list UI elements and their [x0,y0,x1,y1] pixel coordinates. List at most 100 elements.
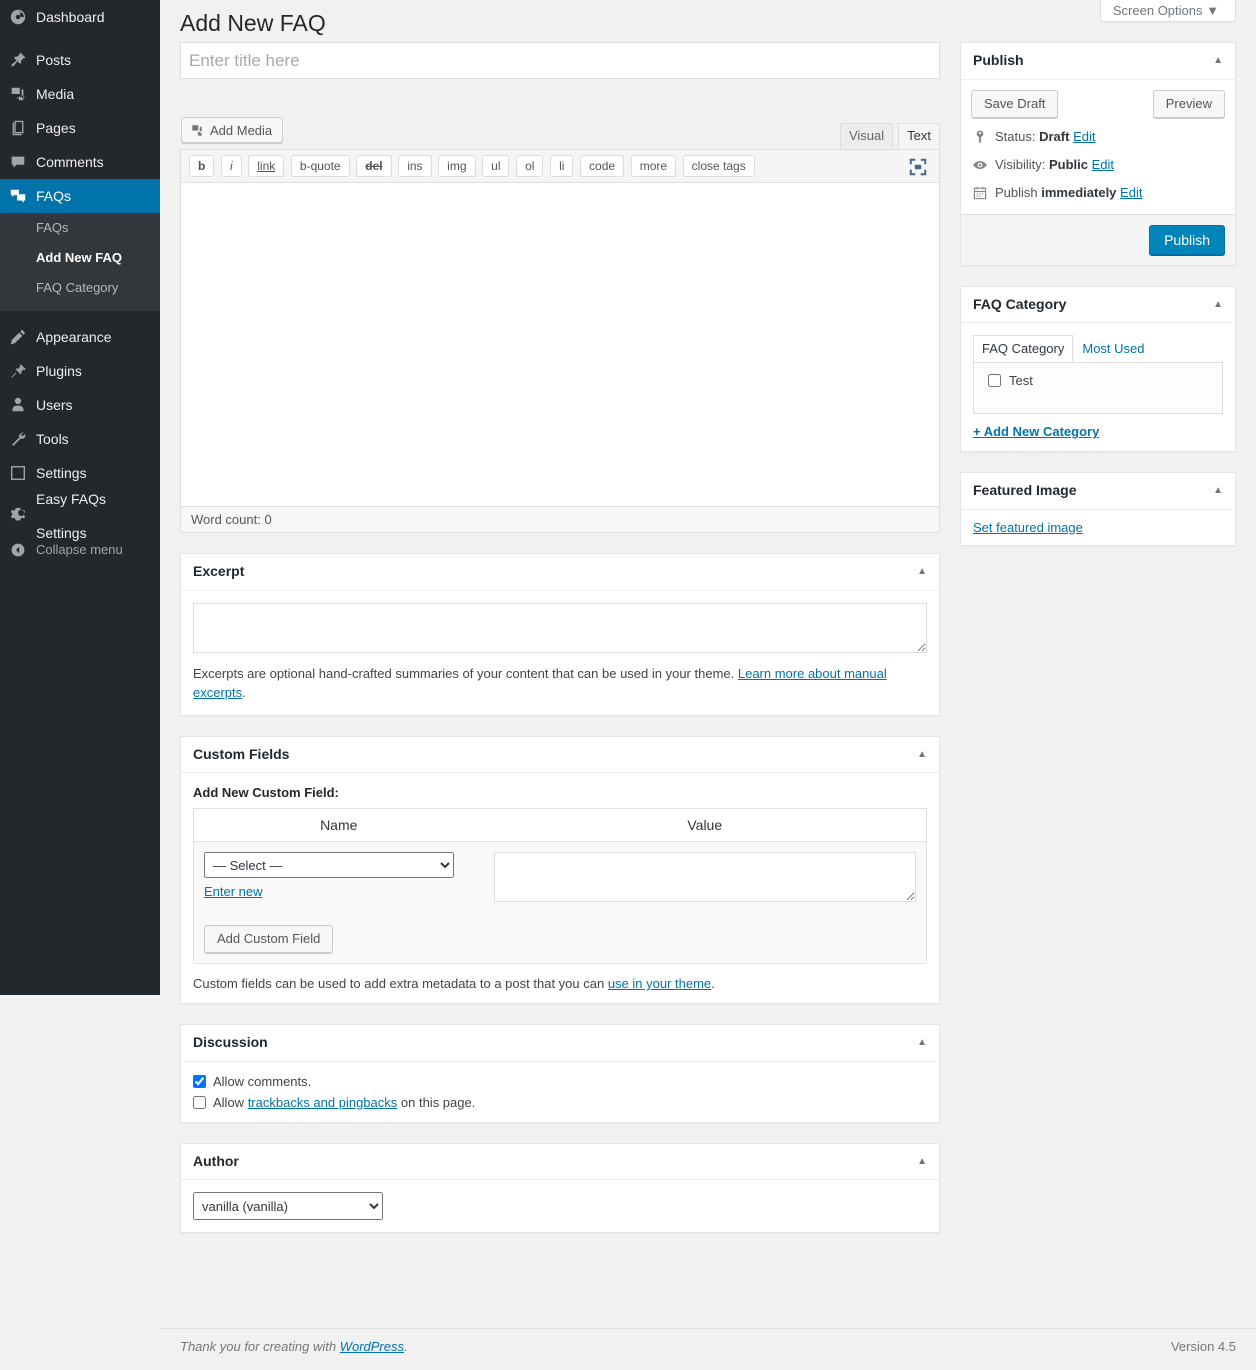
excerpt-textarea[interactable] [193,602,927,653]
toggle-arrow-icon[interactable]: ▲ [917,566,927,577]
collapse-menu-button[interactable]: Collapse menu [0,533,160,567]
sidebar-item-posts[interactable]: Posts [0,43,160,77]
sidebar-item-media[interactable]: Media [0,77,160,111]
sidebar-item-tools[interactable]: Tools [0,422,160,456]
sidebar-item-label: Pages [36,120,76,136]
quicktag-ins[interactable]: ins [398,155,432,177]
category-item-test[interactable]: Test [982,373,1214,388]
side-sortables: Publish ▲ Save Draft Preview Status: Dra… [960,42,1236,546]
quicktag-del[interactable]: del [356,155,392,177]
sidebar-item-easy-faqs-settings[interactable]: Easy FAQs Settings [0,491,160,541]
save-draft-button[interactable]: Save Draft [971,89,1059,118]
sidebar-item-label: Posts [36,52,72,68]
minor-publishing-actions: Save Draft Preview [961,80,1235,128]
publish-button[interactable]: Publish [1149,224,1225,255]
post-content-textarea[interactable] [180,182,940,507]
allow-trackbacks-checkbox[interactable] [193,1095,206,1109]
publish-edit-link[interactable]: Edit [1120,185,1142,200]
custom-fields-header[interactable]: Custom Fields ▲ [181,737,939,774]
allow-trackbacks-text: Allow trackbacks and pingbacks on this p… [213,1095,475,1110]
tab-faq-category[interactable]: FAQ Category [973,335,1074,363]
preview-button[interactable]: Preview [1152,89,1225,118]
custom-fields-footnote: Custom fields can be used to add extra m… [193,976,927,991]
distraction-free-icon[interactable] [907,156,931,180]
quicktag-more[interactable]: more [630,155,677,177]
author-header[interactable]: Author ▲ [181,1144,939,1181]
key-icon [971,128,989,145]
add-media-label: Add Media [210,122,273,138]
quicktag-ul[interactable]: ul [482,155,510,177]
tab-most-used[interactable]: Most Used [1073,335,1153,362]
custom-fields-inside: Add New Custom Field: Name Value — Selec… [181,773,939,1003]
submenu-item-faqs[interactable]: FAQs [0,213,160,243]
quicktag-b-quote[interactable]: b-quote [290,155,350,177]
quicktag-ol[interactable]: ol [516,155,544,177]
excerpt-howto: Excerpts are optional hand-crafted summa… [193,664,927,703]
editor-container: Visual Text Add Media b i link b-quote d… [180,97,940,533]
quicktag-i[interactable]: i [220,155,242,177]
author-select[interactable]: vanilla (vanilla) [193,1192,383,1221]
sidebar-item-pages[interactable]: Pages [0,111,160,145]
tab-visual[interactable]: Visual [839,123,894,149]
quicktag-b[interactable]: b [189,155,215,177]
add-custom-field-button[interactable]: Add Custom Field [204,925,334,954]
trackbacks-pingbacks-link[interactable]: trackbacks and pingbacks [248,1095,398,1110]
custom-field-name-select[interactable]: — Select — [204,852,454,879]
publish-header[interactable]: Publish ▲ [961,43,1235,80]
sidebar-item-dashboard[interactable]: Dashboard [0,0,160,34]
toggle-arrow-icon[interactable]: ▲ [917,1037,927,1048]
custom-field-value-textarea[interactable] [493,852,916,903]
chevron-down-icon: ▼ [1206,3,1219,18]
sidebar-item-appearance[interactable]: Appearance [0,320,160,354]
screen-options-label: Screen Options [1112,3,1203,18]
sidebar-item-plugins[interactable]: Plugins [0,354,160,388]
discussion-title: Discussion [193,1034,268,1051]
sidebar-item-faqs[interactable]: FAQs [0,179,168,213]
featured-image-header[interactable]: Featured Image ▲ [961,473,1235,510]
pages-icon [0,119,36,137]
quicktag-li[interactable]: li [550,155,574,177]
faq-category-header[interactable]: FAQ Category ▲ [961,287,1235,324]
admin-sidebar: Dashboard Posts Media Pages Comments FAQ… [0,0,168,995]
excerpt-header[interactable]: Excerpt ▲ [181,554,939,591]
toggle-arrow-icon[interactable]: ▲ [1213,299,1223,310]
add-custom-field-cell: Add Custom Field [194,915,927,964]
toggle-arrow-icon[interactable]: ▲ [1213,485,1223,496]
toggle-arrow-icon[interactable]: ▲ [1213,55,1223,66]
toggle-arrow-icon[interactable]: ▲ [917,1156,927,1167]
screen-meta-links: Screen Options ▼ [1099,0,1236,22]
add-new-category-link[interactable]: + Add New Category [973,424,1099,439]
sidebar-item-comments[interactable]: Comments [0,145,160,179]
sidebar-item-label: Tools [36,431,69,447]
set-featured-image-link[interactable]: Set featured image [973,520,1083,535]
quicktag-close-tags[interactable]: close tags [682,155,755,177]
sidebar-item-users[interactable]: Users [0,388,160,422]
table-row: Add Custom Field [194,915,927,964]
collapse-arrow-icon [0,542,36,558]
toggle-arrow-icon[interactable]: ▲ [917,749,927,760]
screen-options-button[interactable]: Screen Options ▼ [1099,0,1236,22]
use-in-your-theme-link[interactable]: use in your theme [608,976,711,991]
visibility-value: Public [1048,156,1088,172]
quicktag-code[interactable]: code [580,155,625,177]
status-edit-link[interactable]: Edit [1073,129,1095,144]
discussion-header[interactable]: Discussion ▲ [181,1025,939,1062]
quicktag-img[interactable]: img [438,155,476,177]
gear-icon [0,507,36,525]
wordpress-link[interactable]: WordPress [340,1339,404,1354]
publish-title: Publish [973,52,1024,68]
featured-image-title: Featured Image [973,482,1077,499]
category-checkbox[interactable] [988,374,1001,388]
visibility-edit-link[interactable]: Edit [1092,157,1114,172]
post-title-input[interactable] [180,42,940,79]
submenu-item-add-new-faq[interactable]: Add New FAQ [0,243,160,273]
submenu-item-faq-category[interactable]: FAQ Category [0,273,160,303]
add-media-button[interactable]: Add Media [181,117,284,143]
tab-text[interactable]: Text [898,123,940,149]
enter-new-link[interactable]: Enter new [204,884,474,899]
quicktag-link[interactable]: link [248,155,285,177]
trackbacks-suffix: on this page. [397,1094,476,1110]
allow-comments-label: Allow comments. [213,1073,312,1089]
allow-comments-checkbox[interactable] [193,1074,206,1088]
custom-fields-tbody: — Select — Enter new Add Custom Field [194,842,927,964]
